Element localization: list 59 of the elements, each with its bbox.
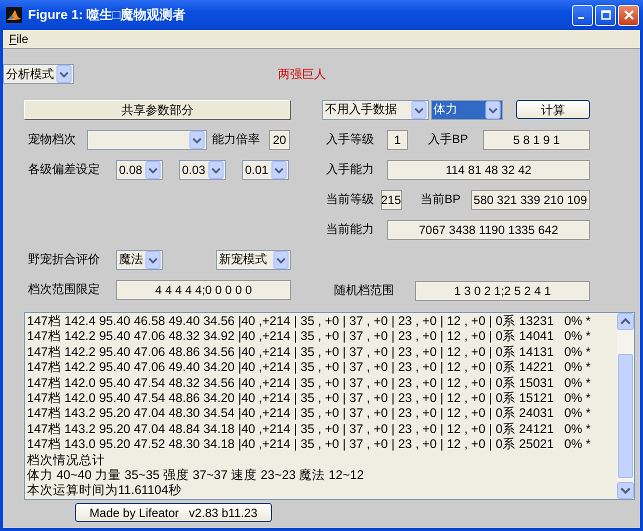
credit-button[interactable]: Made by Lifeator v2.83 b11.23 — [75, 503, 272, 522]
scroll-down-icon[interactable] — [617, 482, 634, 499]
output-line: 147档 143.0 95.20 47.52 48.30 34.18 |40 ,+214 | 35 , +0 | 37 , +0 | 23 , +0 | 12 , +0 | 0系 25021 0% * — [27, 437, 592, 453]
field-label: 当前BP — [420, 191, 462, 208]
scrollbar[interactable] — [617, 313, 634, 499]
banner-label: 两强巨人 — [278, 66, 326, 82]
window-title: Figure 1: 噬生□魔物观测者 — [28, 6, 186, 24]
scrollbar-thumb[interactable] — [618, 354, 633, 478]
deviation-dropdown[interactable]: 0.08 — [116, 160, 163, 180]
field-label: 各级偏差设定 — [27, 161, 101, 178]
minimize-button[interactable] — [572, 4, 593, 26]
deviation-dropdown[interactable]: 0.03 — [179, 160, 226, 180]
output-line: 147档 142.4 95.40 46.58 49.40 34.56 |40 ,+214 | 35 , +0 | 37 , +0 | 23 , +0 | 12 , +0 | 0系 13231 0% * — [27, 314, 592, 330]
menu-item[interactable]: File — [3, 32, 34, 46]
current-ability-field[interactable]: 7067 3438 1190 1335 642 — [387, 220, 590, 240]
field-label: 入手BP — [428, 131, 470, 148]
output-line: 147档 142.2 95.40 47.06 49.40 34.20 |40 ,+214 | 35 , +0 | 37 , +0 | 23 , +0 | 12 , +0 | 0系 14221 0% * — [27, 360, 592, 376]
pet-mode-dropdown[interactable]: 新宠模式 — [216, 250, 291, 270]
field-label: 随机档范围 — [334, 282, 395, 299]
random-range-field[interactable]: 1 3 0 2 1;2 5 2 4 1 — [415, 280, 590, 300]
output-line: 本次运算时间为11.61104秒 — [27, 483, 182, 499]
output-line: 147档 142.2 95.40 47.06 48.86 34.56 |40 ,+214 | 35 , +0 | 37 , +0 | 23 , +0 | 12 , +0 | 0系 14131 0% * — [27, 344, 592, 360]
stat-dropdown[interactable]: 体力 — [430, 100, 504, 120]
scroll-up-icon[interactable] — [617, 313, 634, 330]
grade-range-field[interactable]: 4 4 4 4 4;0 0 0 0 0 — [116, 280, 291, 300]
attribute-dropdown[interactable]: 魔法 — [116, 250, 163, 270]
field-label: 野宠折合评价 — [27, 251, 101, 268]
field-label: 入手能力 — [325, 161, 375, 178]
field-label: 当前等级 — [325, 191, 375, 208]
close-icon — [624, 10, 634, 20]
shared-params-button[interactable]: 共享参数部分 — [24, 100, 291, 120]
obtain-ability-field[interactable]: 114 81 48 32 42 — [387, 160, 590, 180]
close-button[interactable] — [618, 4, 639, 26]
output-line: 147档 143.2 95.20 47.04 48.30 34.54 |40 ,+214 | 35 , +0 | 37 , +0 | 23 , +0 | 12 , +0 | 0系 24031 0% * — [27, 406, 592, 422]
rate-field[interactable]: 20 — [269, 130, 290, 150]
maximize-icon — [600, 10, 610, 20]
data-source-dropdown[interactable]: 不用入手数据 — [322, 100, 429, 120]
minimize-icon — [578, 16, 584, 18]
compute-button[interactable]: 计算 — [516, 100, 590, 119]
output-line: 体力 40~40 力量 35~35 强度 37~37 速度 23~23 魔法 12~12 — [27, 468, 365, 484]
field-label: 入手等级 — [325, 131, 375, 148]
field-label: 档次范围限定 — [27, 281, 101, 298]
output-line: 147档 143.2 95.20 47.04 48.84 34.18 |40 ,+214 | 35 , +0 | 37 , +0 | 23 , +0 | 12 , +0 | 0系 24121 0% * — [27, 422, 592, 438]
obtain-bp-field[interactable]: 5 8 1 9 1 — [483, 130, 590, 150]
field-label: 当前能力 — [325, 221, 375, 238]
field-label: 宠物档次 — [27, 131, 77, 148]
output-line: 147档 142.0 95.40 47.54 48.32 34.56 |40 ,+214 | 35 , +0 | 37 , +0 | 23 , +0 | 12 , +0 | 0系 15031 0% * — [27, 376, 592, 391]
mode-dropdown[interactable]: 分析模式 — [3, 64, 74, 84]
field-label: 能力倍率 — [212, 131, 261, 148]
peak-icon — [6, 7, 22, 23]
output-line: 147档 142.0 95.40 47.54 48.86 34.20 |40 ,+214 | 35 , +0 | 37 , +0 | 23 , +0 | 12 , +0 | 0系 15121 0% * — [27, 390, 592, 406]
output-line: 147档 142.2 95.40 47.06 48.32 34.92 |40 ,+214 | 35 , +0 | 37 , +0 | 23 , +0 | 12 , +0 | 0系 14041 0% * — [27, 329, 592, 345]
output-line: 档次情况总计 — [27, 452, 106, 468]
maximize-button[interactable] — [595, 4, 616, 26]
output-listbox[interactable] — [24, 312, 635, 500]
obtain-level-field[interactable]: 1 — [387, 130, 408, 150]
current-level-field[interactable]: 215 — [380, 190, 402, 210]
current-bp-field[interactable]: 580 321 339 210 109 — [470, 190, 590, 210]
deviation-dropdown[interactable]: 0.01 — [242, 160, 289, 180]
